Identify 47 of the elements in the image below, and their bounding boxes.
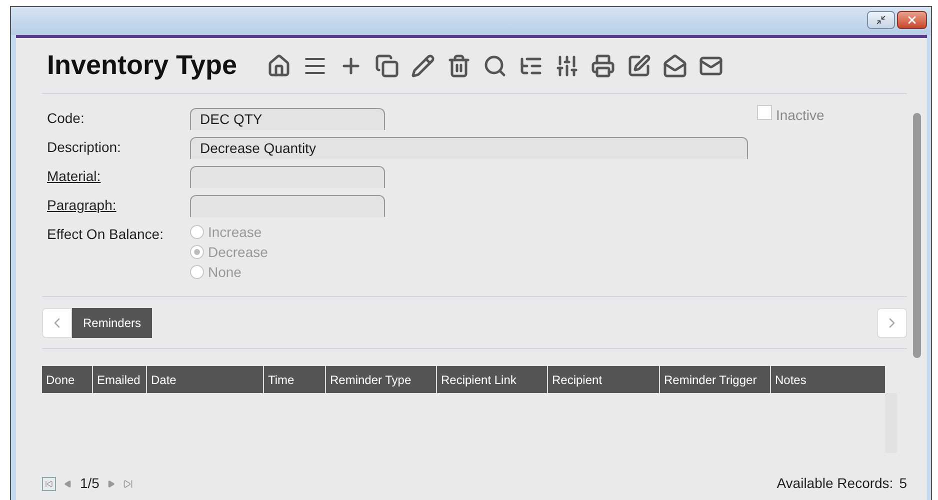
envelope-icon	[663, 54, 688, 78]
last-page-icon	[123, 478, 134, 488]
field-label: Code:	[47, 109, 86, 128]
close-icon	[906, 14, 918, 26]
column-header[interactable]: Done	[42, 366, 92, 393]
column-header[interactable]: Reminder Type	[325, 366, 436, 393]
column-header[interactable]: Recipient Link	[436, 366, 547, 393]
previous-icon	[64, 480, 72, 488]
page-title: Inventory Type	[47, 49, 238, 82]
edit-note-icon	[627, 54, 652, 78]
page-indicator: 1/5	[80, 474, 100, 493]
field-label[interactable]: Paragraph:	[47, 195, 190, 216]
column-header[interactable]: Time	[263, 366, 325, 393]
scrollbar-track[interactable]	[885, 393, 897, 453]
search-icon	[483, 54, 508, 78]
close-button[interactable]	[897, 11, 927, 29]
column-header[interactable]: Notes	[770, 366, 885, 393]
toolbar-button[interactable]	[661, 52, 690, 80]
records-label: Available Records:	[776, 474, 894, 493]
tab[interactable]: Reminders	[72, 308, 152, 338]
pencil-icon	[411, 54, 436, 78]
column-header[interactable]: Reminder Trigger	[659, 366, 770, 393]
restore-button[interactable]	[867, 11, 895, 29]
restore-icon	[876, 15, 886, 25]
printer-icon	[591, 54, 616, 78]
checkbox[interactable]	[757, 105, 772, 120]
copy-icon	[375, 54, 400, 78]
sliders-icon	[555, 54, 580, 78]
text-field[interactable]	[190, 194, 385, 216]
home-icon	[267, 54, 292, 78]
previous-page-button[interactable]	[64, 480, 72, 488]
text-field[interactable]: DEC QTY	[190, 108, 385, 130]
text-field[interactable]: Decrease Quantity	[190, 136, 748, 158]
text-field[interactable]	[190, 166, 385, 188]
next-icon	[107, 480, 116, 488]
field-label: Description:	[47, 138, 122, 157]
field-label[interactable]: Material:	[47, 166, 190, 187]
column-header[interactable]: Recipient	[547, 366, 659, 393]
field-label: Effect On Balance:	[47, 225, 164, 244]
records-count: 5	[899, 474, 907, 493]
last-page-button[interactable]	[123, 478, 134, 488]
next-page-button[interactable]	[107, 480, 116, 488]
first-page-icon	[45, 480, 53, 488]
scrollbar-thumb[interactable]	[913, 113, 921, 358]
column-header[interactable]: Date	[146, 366, 263, 393]
column-header[interactable]: Emailed	[92, 366, 146, 393]
trash-icon	[447, 54, 472, 78]
